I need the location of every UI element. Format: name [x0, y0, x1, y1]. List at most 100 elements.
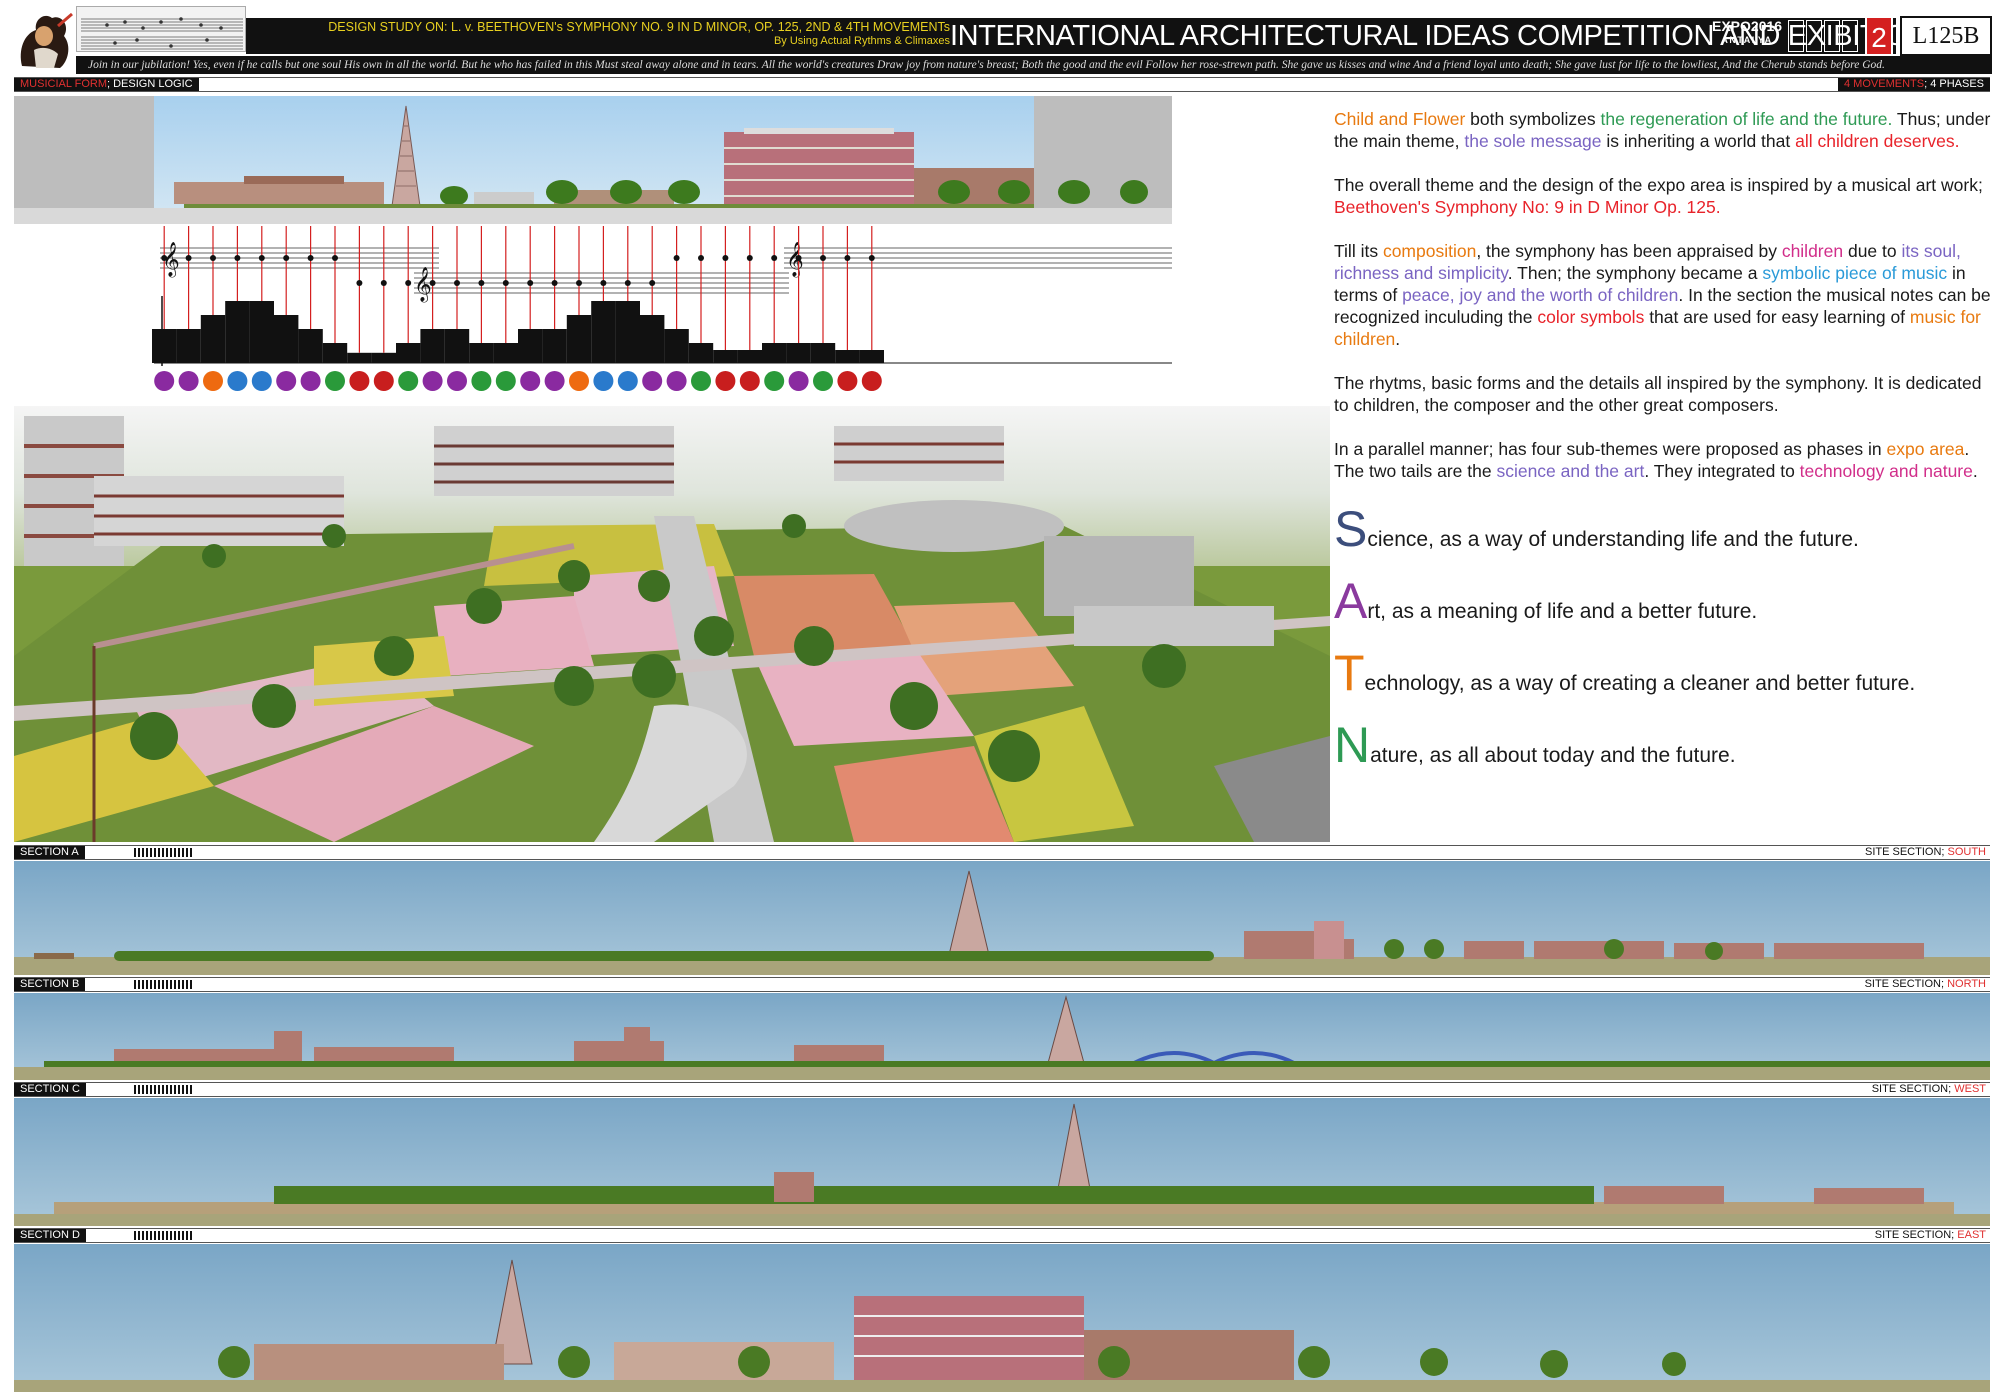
- theme-nature: Nature, as all about today and the futur…: [1334, 717, 1736, 773]
- expo-city: ANTALYA: [1721, 35, 1773, 45]
- color-symbol-dot: [203, 371, 223, 391]
- text-run: . Then; the symphony became a: [1507, 263, 1763, 283]
- text-run: .: [1972, 461, 1978, 481]
- concept-text-panel: Child and Flower both symbolizes the reg…: [1334, 108, 1994, 838]
- text-run: , the symphony has been appraised by: [1476, 241, 1782, 261]
- rhythm-bar: [322, 343, 348, 363]
- note-head: [868, 255, 875, 261]
- concept-paragraph-1: Child and Flower both symbolizes the reg…: [1334, 108, 1994, 152]
- rhythm-bar: [420, 329, 445, 363]
- color-symbol-dot: [593, 371, 614, 391]
- composer-logo-icon: [14, 6, 76, 70]
- section-c-orientation: SITE SECTION; WEST: [1871, 1083, 1986, 1095]
- design-study-subtitle: By Using Actual Rythms & Climaxes: [773, 35, 950, 47]
- text-run: The rhytms, basic forms and the details …: [1334, 373, 1982, 415]
- note-head: [576, 280, 582, 286]
- note-head: [161, 255, 168, 261]
- color-symbol-dot: [691, 371, 711, 391]
- header-box: [1788, 20, 1804, 52]
- color-symbol-dot: [422, 371, 443, 391]
- rhythm-bar: [469, 343, 494, 363]
- section-a-orientation: SITE SECTION; SOUTH: [1864, 846, 1986, 858]
- treble-clef-icon: 𝄞: [786, 242, 804, 278]
- rhythm-bar: [225, 301, 250, 363]
- note-head: [234, 255, 241, 261]
- note-head: [210, 255, 216, 261]
- rhythm-bar: [786, 343, 811, 363]
- theme-science: Science, as a way of understanding life …: [1334, 501, 1859, 557]
- rhythm-bar: [640, 315, 665, 363]
- rhythm-bar: [152, 329, 177, 363]
- rhythm-bar: [664, 329, 689, 363]
- note-head: [356, 280, 363, 286]
- text-run: .: [1395, 329, 1401, 349]
- text-run: Till its: [1334, 241, 1383, 261]
- rhythm-bar: [347, 352, 372, 363]
- text-run: science and the art: [1496, 461, 1645, 481]
- color-symbol-dot: [813, 371, 833, 391]
- rhythm-bar: [688, 343, 714, 363]
- rhythm-bar: [371, 352, 396, 363]
- section-d-orientation: SITE SECTION; EAST: [1874, 1229, 1986, 1241]
- design-logic-bar: MUSICIAL FORM; DESIGN LOGIC 4 MOVEMENTS;…: [14, 77, 1990, 92]
- building-center: [434, 426, 674, 496]
- color-symbol-dot: [544, 371, 565, 391]
- expo-elevation-image: [14, 96, 1172, 224]
- text-run: symbolic piece of music: [1762, 263, 1948, 283]
- tree-tower-icon: [391, 105, 421, 207]
- color-symbol-dot: [447, 371, 467, 391]
- color-symbol-dot: [642, 371, 663, 391]
- color-symbol-dot: [666, 371, 687, 391]
- note-head: [698, 255, 704, 261]
- text-run: Child and Flower: [1334, 109, 1466, 129]
- section-a-bar: SECTION A SITE SECTION; SOUTH: [14, 845, 1990, 860]
- treble-clef-icon: 𝄞: [414, 267, 432, 303]
- color-symbol-dot: [300, 371, 321, 391]
- color-symbol-dot: [788, 371, 809, 391]
- color-symbol-dot: [471, 371, 492, 391]
- text-run: the regeneration of life and the future.: [1600, 109, 1893, 129]
- text-run: both symbolizes: [1465, 109, 1601, 129]
- concept-paragraph-5: In a parallel manner; has four sub-theme…: [1334, 438, 1994, 482]
- rhythm-bar: [835, 350, 860, 363]
- concept-paragraph-4: The rhytms, basic forms and the details …: [1334, 372, 1994, 416]
- section-c-label: SECTION C: [14, 1083, 86, 1096]
- note-head: [454, 280, 460, 286]
- text-run: expo area: [1886, 439, 1965, 459]
- scale-bar: [134, 1231, 194, 1240]
- text-run: all children deserves.: [1795, 131, 1960, 151]
- text-run: The overall theme and the design of the …: [1334, 175, 1983, 195]
- color-symbol-dot: [569, 371, 589, 391]
- note-head: [478, 280, 485, 286]
- note-head: [722, 255, 729, 261]
- flower-bed: [434, 596, 594, 676]
- section-a-image: [14, 861, 1990, 975]
- rhythm-bar: [762, 343, 787, 363]
- rhythm-bar: [713, 350, 738, 363]
- note-head: [600, 280, 607, 286]
- note-head: [283, 255, 290, 261]
- rhythm-bar: [810, 343, 836, 363]
- text-run: In a parallel manner; has four sub-theme…: [1334, 439, 1887, 459]
- text-run: peace, joy and the worth of children: [1402, 285, 1679, 305]
- color-symbol-dot: [495, 371, 516, 391]
- color-symbol-dot: [715, 371, 736, 391]
- sheet-number: 2: [1865, 16, 1893, 56]
- rhythm-bar: [444, 329, 470, 363]
- header-box: [1842, 20, 1858, 52]
- expo-aerial-render: [14, 406, 1330, 842]
- rhythm-bar: [859, 350, 884, 363]
- color-symbol-dot: [739, 371, 760, 391]
- text-run: the sole message: [1464, 131, 1602, 151]
- header-box: [1806, 20, 1822, 52]
- text-run: color symbols: [1537, 307, 1645, 327]
- section-b-bar: SECTION B SITE SECTION; NORTH: [14, 977, 1990, 992]
- expo-year: EXPO2016: [1712, 18, 1783, 34]
- text-run: is inheriting a world that: [1601, 131, 1796, 151]
- note-head: [405, 280, 412, 286]
- color-symbol-dot: [617, 371, 638, 391]
- rhythm-bar: [493, 343, 518, 363]
- design-logic-label: MUSICIAL FORM; DESIGN LOGIC: [14, 78, 199, 91]
- section-d-bar: SECTION D SITE SECTION; EAST: [14, 1228, 1990, 1243]
- color-symbol-dot: [154, 371, 175, 391]
